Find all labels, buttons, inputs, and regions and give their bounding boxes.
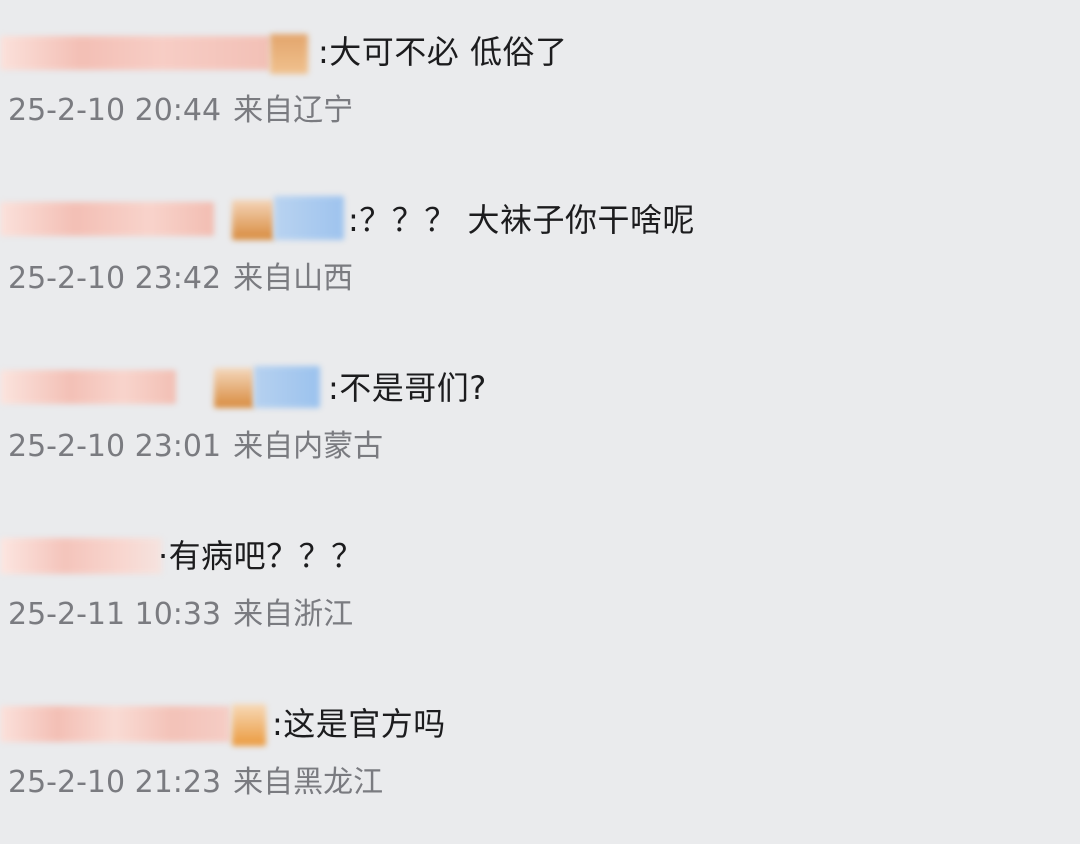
avatar-badge-blurred [254, 366, 320, 408]
comment-item: :这是官方吗 25-2-10 21:23 来自黑龙江 [0, 694, 1080, 844]
avatar-blurred [232, 704, 266, 746]
comment-header: ·有病吧？？？ [0, 526, 1080, 586]
comment-location: 来自辽宁 [233, 93, 354, 128]
comment-header: :大可不必 低俗了 [0, 22, 1080, 82]
username-blurred[interactable] [0, 706, 230, 742]
comment-item: :？？？ 大袜子你干啥呢 25-2-10 23:42 来自山西 [0, 190, 1080, 340]
comment-time: 25-2-10 23:42 [8, 261, 222, 296]
avatar-blurred [232, 200, 274, 240]
comment-text: :不是哥们? [328, 369, 487, 407]
comment-location: 来自内蒙古 [233, 429, 384, 464]
avatar-badge-blurred [274, 196, 344, 240]
comment-time: 25-2-10 20:44 [8, 93, 222, 128]
comment-time: 25-2-10 21:23 [8, 765, 222, 800]
comment-time: 25-2-10 23:01 [8, 429, 222, 464]
avatar-blurred [270, 34, 308, 74]
comment-meta: 25-2-10 23:42 来自山西 [8, 254, 353, 304]
username-blurred[interactable] [0, 370, 176, 404]
comment-item: :不是哥们? 25-2-10 23:01 来自内蒙古 [0, 358, 1080, 508]
comment-meta: 25-2-10 21:23 来自黑龙江 [8, 758, 383, 808]
avatar-blurred [214, 368, 254, 408]
comment-header: :这是官方吗 [0, 694, 1080, 754]
comment-location: 来自山西 [233, 261, 354, 296]
comment-text: :大可不必 低俗了 [318, 33, 568, 71]
comment-text: :这是官方吗 [272, 705, 446, 743]
comment-item: ·有病吧？？？ 25-2-11 10:33 来自浙江 [0, 526, 1080, 676]
username-blurred[interactable] [0, 36, 270, 70]
username-blurred[interactable] [0, 538, 162, 574]
comment-text: :？？？ 大袜子你干啥呢 [348, 201, 695, 239]
comment-item: :大可不必 低俗了 25-2-10 20:44 来自辽宁 [0, 22, 1080, 172]
username-blurred[interactable] [0, 202, 214, 236]
comment-header: :不是哥们? [0, 358, 1080, 418]
comment-time: 25-2-11 10:33 [8, 597, 222, 632]
comment-meta: 25-2-11 10:33 来自浙江 [8, 590, 353, 640]
comment-meta: 25-2-10 23:01 来自内蒙古 [8, 422, 383, 472]
comment-meta: 25-2-10 20:44 来自辽宁 [8, 86, 353, 136]
comment-location: 来自浙江 [233, 597, 354, 632]
comment-header: :？？？ 大袜子你干啥呢 [0, 190, 1080, 250]
comment-location: 来自黑龙江 [233, 765, 384, 800]
comment-text: ·有病吧？？？ [158, 537, 364, 575]
